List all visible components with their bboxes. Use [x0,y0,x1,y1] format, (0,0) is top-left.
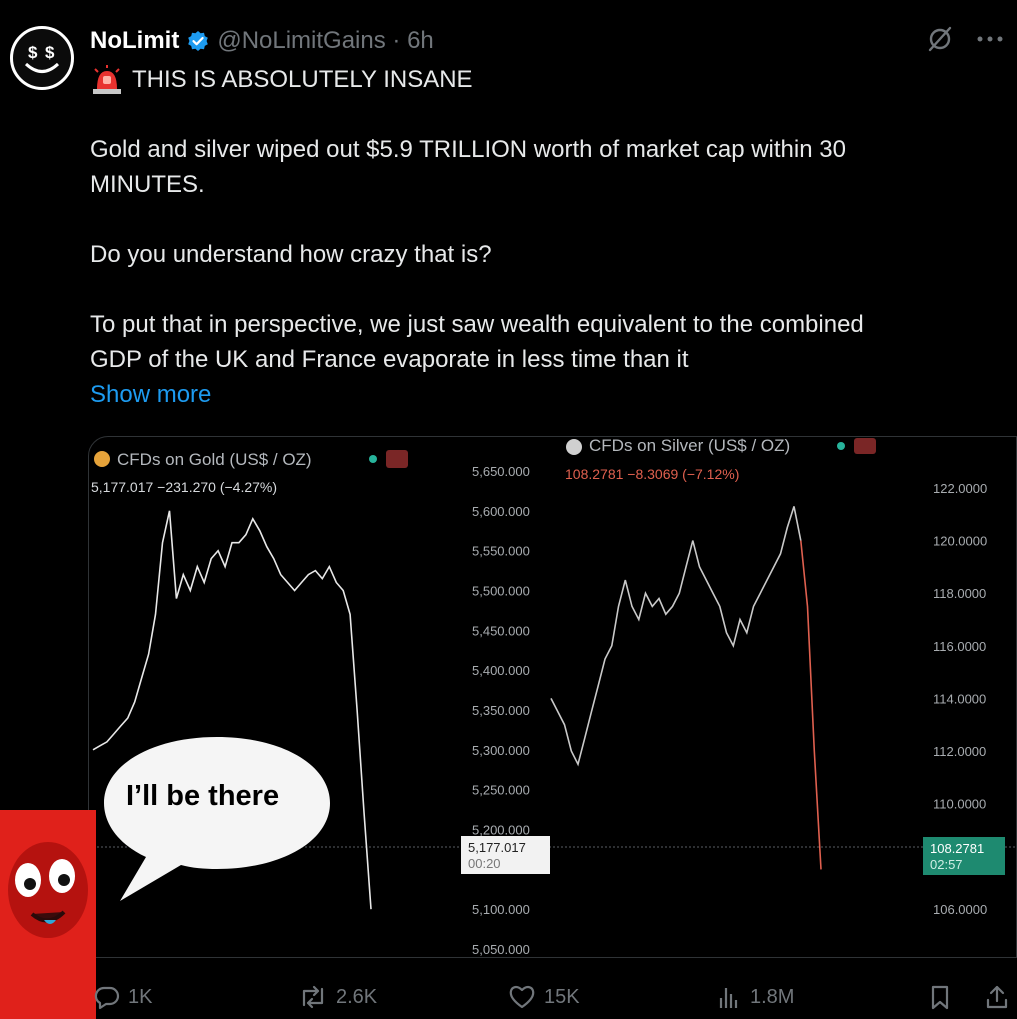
share-icon [986,985,1008,1009]
author-handle-time[interactable]: @NoLimitGains · 6h [217,27,433,55]
bookmark-icon [931,985,949,1010]
heart-icon [509,985,535,1009]
avatar[interactable]: $ $ [10,26,74,90]
silver-y-tick: 122.0000 [933,481,987,496]
analytics-icon [719,988,738,1008]
gold-y-tick: 5,350.000 [472,703,530,718]
gold-y-tick: 5,050.000 [472,942,530,957]
reply-icon [94,986,120,1010]
silver-y-tick: 118.0000 [933,586,986,601]
silver-coin-icon [566,439,582,455]
gold-chart-title: CFDs on Gold (US$ / OZ) [117,450,312,469]
gold-y-tick: 5,450.000 [472,623,530,638]
mascot-sticker [0,810,96,1019]
author-name[interactable]: NoLimit [90,27,179,55]
silver-chart-title: CFDs on Silver (US$ / OZ) [589,437,790,455]
gold-last-time: 00:20 [468,856,501,871]
repost-button[interactable]: 2.6K [298,984,377,1010]
like-button[interactable]: 15K [508,984,580,1010]
gold-y-tick: 5,100.000 [472,902,530,917]
reply-button[interactable]: 1K [94,984,152,1010]
red-mascot-face-icon [8,842,88,938]
silver-y-tick: 120.0000 [933,534,987,549]
silver-series-line [550,506,802,767]
show-more-link[interactable]: Show more [90,377,1000,412]
tweet-action-bar: 1K 2.6K 15K 1.8M [88,980,1017,1016]
repost-count: 2.6K [336,985,378,1008]
svg-text:$: $ [45,43,55,62]
reply-count: 1K [128,985,153,1008]
tweet-line: GDP of the UK and France evaporate in le… [90,346,689,373]
silver-indicator-icon [854,438,876,454]
gold-y-tick: 5,550.000 [472,544,530,559]
share-button[interactable] [984,984,1010,1010]
tweet-line: Gold and silver wiped out $5.9 TRILLION … [90,136,846,163]
gold-y-tick: 5,250.000 [472,783,530,798]
gold-last-price: 5,177.017 [468,840,526,855]
gold-indicator-icon [386,450,408,468]
silver-last-time: 02:57 [930,857,963,872]
repost-icon [302,985,324,1009]
gold-y-tick: 5,600.000 [472,504,530,519]
view-count: 1.8M [750,985,795,1008]
tweet-body: THIS IS ABSOLUTELY INSANE Gold and silve… [90,62,1000,412]
money-face-icon: $ $ [24,43,60,73]
silver-live-dot-icon [837,442,845,450]
silver-last-price: 108.2781 [930,841,984,856]
tweet-line: Do you understand how crazy that is? [90,241,492,268]
gold-y-tick: 5,400.000 [472,663,530,678]
speech-text: I’ll be there [126,780,280,812]
gold-y-tick: 5,650.000 [472,464,530,479]
views-button[interactable]: 1.8M [716,984,794,1010]
tweet-header: NoLimit @NoLimitGains · 6h [90,26,434,56]
svg-text:$: $ [28,43,38,62]
speech-bubble [104,737,330,901]
silver-y-tick: 114.0000 [933,691,986,706]
silver-crash-line [800,540,822,870]
gold-live-dot-icon [369,455,377,463]
tweet-line: MINUTES. [90,171,205,198]
silver-y-tick: 112.0000 [933,744,986,759]
grok-icon[interactable] [925,24,955,54]
silver-y-tick: 106.0000 [933,902,987,917]
tweet-line: To put that in perspective, we just saw … [90,311,864,338]
bookmark-button[interactable] [928,984,952,1010]
gold-y-tick: 5,500.000 [472,584,530,599]
gold-y-tick: 5,300.000 [472,743,530,758]
gold-quote: 5,177.017 −231.270 (−4.27%) [91,479,277,495]
siren-emoji-icon [93,64,121,94]
silver-y-tick: 116.0000 [933,639,986,654]
verified-badge-icon [188,31,209,51]
like-count: 15K [544,985,580,1008]
more-options-icon[interactable] [977,34,1003,44]
gold-y-tick: 5,200.000 [472,823,530,838]
tweet-top-actions [925,24,1003,54]
silver-y-tick: 110.0000 [933,797,986,812]
tweet-headline: THIS IS ABSOLUTELY INSANE [132,66,473,93]
silver-quote: 108.2781 −8.3069 (−7.12%) [565,466,739,482]
gold-coin-icon [94,451,110,467]
